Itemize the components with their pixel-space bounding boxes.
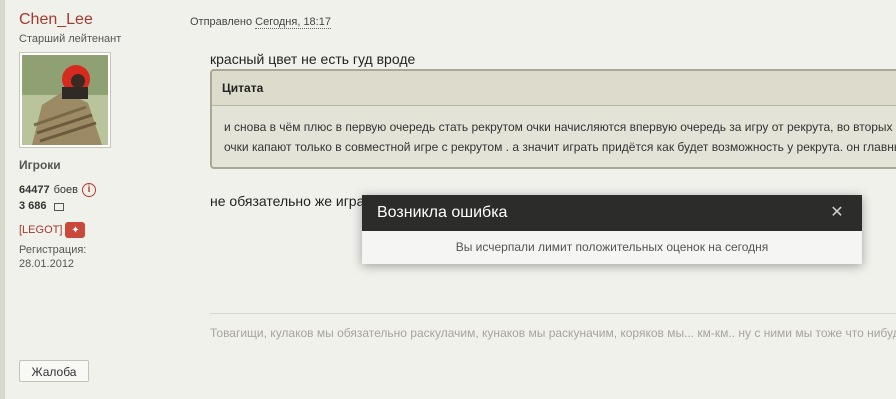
battles-stat: 64477 боев i (19, 183, 179, 197)
signature-divider (210, 313, 896, 314)
dialog-title: Возникла ошибка (377, 204, 508, 221)
battles-label: боев (53, 184, 78, 196)
post-meta: Отправлено Сегодня, 18:17 (190, 16, 331, 29)
sent-label: Отправлено (190, 16, 253, 28)
quote-line: очки капают только в совместной игре с р… (224, 140, 896, 154)
close-icon[interactable]: ✕ (828, 204, 846, 222)
dialog-message: Вы исчерпали лимит положительных оценок … (455, 240, 769, 254)
quote-body: и снова в чём плюс в первую очередь стат… (212, 106, 896, 157)
author-rank: Старший лейтенант (19, 33, 122, 45)
signature: Товагищи, кулаков мы обязательно раскула… (210, 326, 896, 340)
quote-line: и снова в чём плюс в первую очередь стат… (224, 120, 893, 134)
info-icon[interactable]: i (81, 183, 96, 197)
posts-count: 3 686 (19, 200, 47, 212)
clan-tag[interactable]: [LEGOT] (19, 224, 62, 236)
avatar[interactable] (19, 52, 111, 148)
author-name[interactable]: Chen_Lee (19, 10, 179, 30)
complaint-button[interactable]: Жалоба (19, 360, 89, 382)
posts-stat: 3 686 (19, 200, 179, 212)
battles-count: 64477 (19, 184, 50, 196)
quote-block: Цитата и снова в чём плюс в первую очере… (210, 69, 896, 169)
dialog-header: Возникла ошибка ✕ (362, 195, 862, 231)
post-text-continued: не обязательно же игра (210, 193, 365, 209)
registration-date: 28.01.2012 (19, 258, 75, 270)
registration-label: Регистрация: (19, 244, 87, 256)
author-panel: Chen_Lee Старший лейтенант Игроки 64477 … (19, 10, 179, 270)
quote-title: Цитата (212, 71, 896, 106)
sent-time[interactable]: Сегодня, 18:17 (255, 16, 331, 29)
comment-icon (53, 203, 64, 211)
post-text: красный цвет не есть гуд вроде (210, 51, 416, 67)
error-dialog: Возникла ошибка ✕ Вы исчерпали лимит пол… (362, 195, 862, 264)
clan-emblem-icon[interactable]: ✦ (65, 222, 86, 238)
clan: [LEGOT] ✦ (19, 222, 179, 238)
author-group: Игроки (19, 158, 61, 172)
